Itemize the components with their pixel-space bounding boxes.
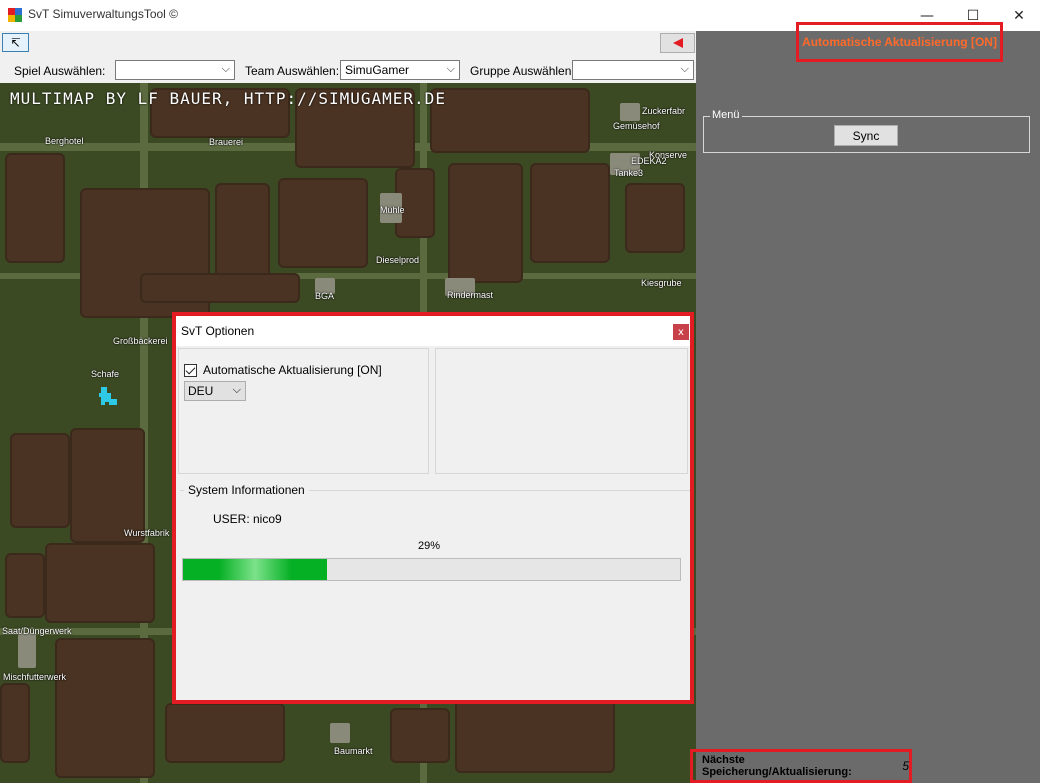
map-field: [430, 88, 590, 153]
progress-bar: [182, 558, 681, 581]
dialog-titlebar: SvT Optionen x: [176, 316, 690, 346]
spiel-label: Spiel Auswählen:: [14, 64, 106, 78]
place-label: Berghotel: [45, 136, 84, 146]
menu-legend: Menü: [710, 109, 742, 121]
vehicle-marker-icon[interactable]: [96, 385, 118, 409]
map-building: [330, 723, 350, 743]
auto-update-checkbox-row[interactable]: Automatische Aktualisierung [ON]: [184, 363, 382, 377]
place-label: Mühle: [380, 205, 405, 215]
map-building: [18, 633, 36, 668]
options-dialog-highlight: SvT Optionen x Automatische Aktualisieru…: [172, 312, 694, 704]
back-arrow-icon: ↸: [10, 35, 21, 50]
options-dialog: SvT Optionen x Automatische Aktualisieru…: [176, 316, 690, 700]
map-field: [165, 703, 285, 763]
window-title: SvT SimuverwaltungsTool ©: [28, 7, 179, 21]
dialog-title: SvT Optionen: [181, 324, 255, 338]
progress-bar-fill: [183, 559, 328, 580]
next-save-status: Nächste Speicherung/Aktualisierung: 5: [690, 749, 912, 783]
back-arrow-button[interactable]: ↸: [2, 33, 29, 52]
place-label: Tanke3: [614, 168, 644, 178]
auto-update-checkbox[interactable]: [184, 363, 197, 377]
map-field: [455, 693, 615, 773]
language-select[interactable]: DEU ⌵: [184, 381, 246, 401]
next-save-label: Nächste Speicherung/Aktualisierung:: [702, 754, 852, 778]
map-field: [55, 638, 155, 778]
team-label: Team Auswählen:: [245, 64, 340, 78]
spiel-select[interactable]: ⌵: [115, 60, 235, 80]
place-label: Rindermast: [447, 290, 494, 300]
map-field: [278, 178, 368, 268]
map-field: [5, 553, 45, 618]
chevron-down-icon: ⌵: [680, 63, 689, 75]
auto-update-status: Automatische Aktualisierung [ON]: [796, 22, 1003, 62]
place-label: Mischfutterwerk: [3, 672, 67, 682]
map-field: [0, 683, 30, 763]
place-label: Brauerei: [209, 137, 244, 147]
place-label: Wurstfabrik: [124, 528, 170, 538]
place-label: Baumarkt: [334, 746, 373, 756]
place-label: Großbäckerei: [113, 336, 168, 346]
chevron-down-icon: ⌵: [446, 63, 455, 75]
app-icon: [8, 8, 22, 22]
map-field: [5, 153, 65, 263]
red-arrow-left-icon: [672, 38, 683, 48]
map-field: [625, 183, 685, 253]
place-label: Kiesgrube: [641, 278, 682, 288]
progress-percent: 29%: [418, 540, 441, 552]
dialog-close-button[interactable]: x: [673, 324, 689, 340]
map-field: [448, 163, 523, 283]
map-field: [45, 543, 155, 623]
map-building: [620, 103, 640, 121]
team-select-value: SimuGamer: [345, 63, 410, 77]
map-field: [140, 273, 300, 303]
map-field: [10, 433, 70, 528]
place-label: BGA: [315, 291, 335, 301]
map-banner: MULTIMAP BY LF BAUER, HTTP://SIMUGAMER.D…: [10, 89, 446, 108]
auto-update-checkbox-label: Automatische Aktualisierung [ON]: [203, 363, 382, 377]
team-select[interactable]: SimuGamer ⌵: [340, 60, 460, 80]
sync-button[interactable]: Sync: [834, 125, 898, 146]
system-info-legend: System Informationen: [184, 483, 309, 497]
map-field: [70, 428, 145, 543]
gruppe-label: Gruppe Auswählen:: [470, 64, 575, 78]
place-label: EDEKA2: [631, 156, 667, 166]
user-info: USER: nico9: [213, 512, 282, 526]
language-select-value: DEU: [188, 384, 214, 398]
place-label: Gemüsehof: [613, 121, 660, 131]
place-label: Dieselprod: [376, 255, 420, 265]
chevron-down-icon: ⌵: [232, 384, 241, 396]
map-field: [530, 163, 610, 263]
chevron-down-icon: ⌵: [221, 63, 230, 75]
collapse-panel-button[interactable]: [660, 33, 695, 53]
place-label: Schafe: [91, 369, 120, 379]
place-label: Zuckerfabr: [642, 106, 686, 116]
gruppe-select[interactable]: ⌵: [572, 60, 694, 80]
place-label: Saat/Düngerwerk: [2, 626, 72, 636]
next-save-countdown: 5: [902, 759, 909, 773]
empty-panel: [435, 348, 688, 474]
map-field: [390, 708, 450, 763]
